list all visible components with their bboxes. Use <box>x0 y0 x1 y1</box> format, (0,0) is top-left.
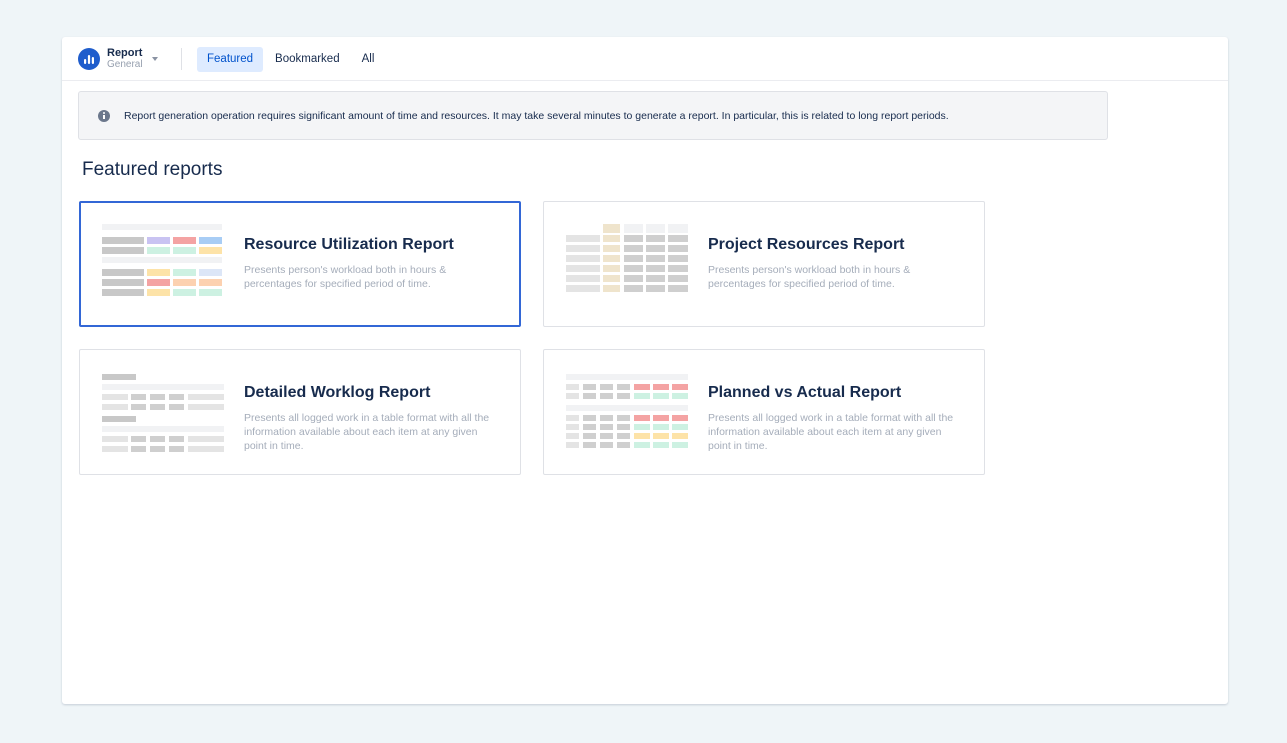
card-title: Resource Utilization Report <box>244 236 454 253</box>
tab-all[interactable]: All <box>352 47 385 72</box>
detailed-worklog-thumbnail <box>102 374 224 452</box>
tab-featured[interactable]: Featured <box>197 47 264 72</box>
report-card-planned-vs-actual[interactable]: Planned vs Actual Report Presents all lo… <box>543 349 985 475</box>
card-title: Planned vs Actual Report <box>708 384 902 401</box>
divider <box>181 48 182 70</box>
reports-panel: Report General Featured Bookmarked All R… <box>62 37 1228 704</box>
card-title: Detailed Worklog Report <box>244 384 431 401</box>
report-card-detailed-worklog[interactable]: Detailed Worklog Report Presents all log… <box>79 349 521 475</box>
app-switcher[interactable]: Report General <box>78 47 158 71</box>
card-description: Presents person's workload both in hours… <box>244 264 447 290</box>
view-tabs: Featured Bookmarked All <box>197 47 386 72</box>
project-resources-thumbnail <box>566 224 688 292</box>
app-subtitle: General <box>107 59 143 70</box>
section-title: Featured reports <box>82 159 223 180</box>
resource-utilization-thumbnail <box>102 224 222 296</box>
notice-text: Report generation operation requires sig… <box>124 109 949 122</box>
planned-vs-actual-thumbnail <box>566 374 688 448</box>
tab-bookmarked[interactable]: Bookmarked <box>265 47 350 72</box>
report-app-icon <box>78 48 100 70</box>
card-description: Presents person's workload both in hours… <box>708 264 911 290</box>
card-title: Project Resources Report <box>708 236 905 253</box>
chevron-down-icon[interactable] <box>151 57 158 61</box>
top-navigation-bar: Report General Featured Bookmarked All <box>62 37 1228 81</box>
info-notice: Report generation operation requires sig… <box>78 91 1108 140</box>
app-name: Report <box>107 47 143 59</box>
card-description: Presents all logged work in a table form… <box>244 412 490 452</box>
report-card-project-resources[interactable]: Project Resources Report Presents person… <box>543 201 985 327</box>
info-icon <box>98 109 110 122</box>
report-card-resource-utilization[interactable]: Resource Utilization Report Presents per… <box>79 201 521 327</box>
card-description: Presents all logged work in a table form… <box>708 412 954 452</box>
